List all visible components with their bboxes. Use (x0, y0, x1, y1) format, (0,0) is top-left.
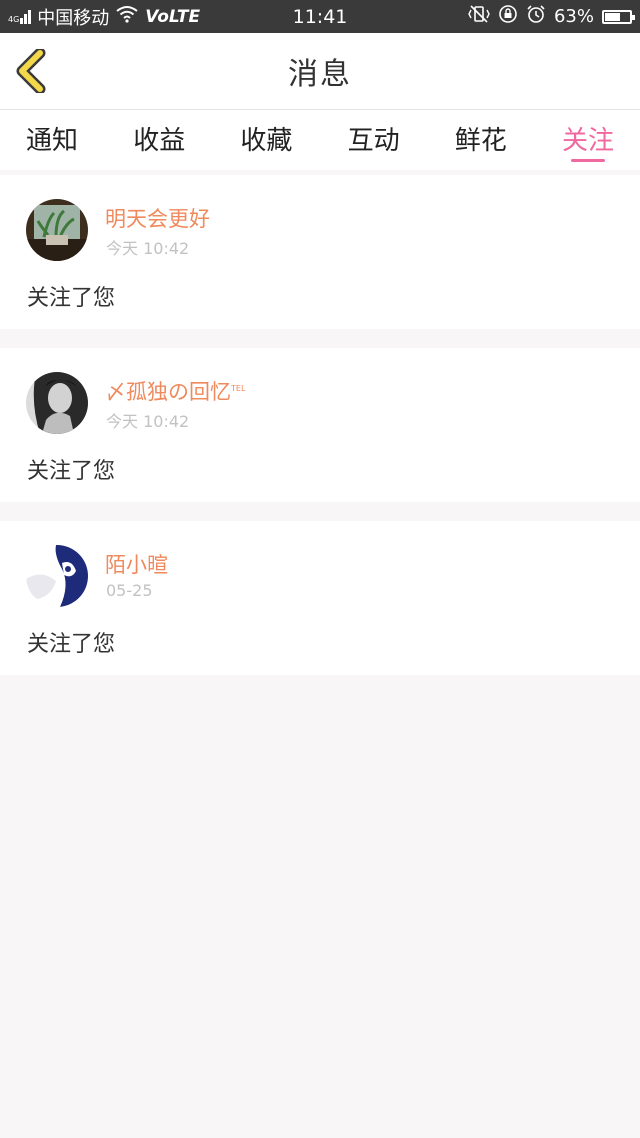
network-type-label: 4G (8, 14, 20, 24)
message-time: 今天 10:42 (106, 239, 190, 258)
status-left: 4G 中国移动 VoLTE (0, 4, 200, 30)
rotation-lock-icon (498, 4, 518, 29)
status-bar: 4G 中国移动 VoLTE 11:41 63% (0, 0, 640, 33)
tab-label: 关注 (561, 126, 614, 156)
back-button[interactable] (14, 47, 54, 95)
avatar[interactable] (26, 545, 88, 607)
tab-favorites[interactable]: 收藏 (240, 110, 292, 170)
avatar[interactable] (26, 199, 88, 261)
avatar[interactable] (26, 372, 88, 434)
tab-follows[interactable]: 关注 (562, 110, 614, 170)
tab-bar: 通知 收益 收藏 互动 鲜花 关注 (0, 110, 640, 170)
alarm-icon (526, 4, 546, 29)
wifi-icon (115, 5, 139, 28)
tab-interactions[interactable]: 互动 (348, 110, 400, 170)
battery-level (605, 12, 620, 21)
list-item[interactable]: 陌小暄 05-25 关注了您 (0, 521, 640, 675)
tab-flowers[interactable]: 鲜花 (455, 110, 507, 170)
user-name[interactable]: 〆孤独の回忆TEL (105, 376, 245, 406)
tab-label: 通知 (26, 126, 79, 156)
message-time: 今天 10:42 (106, 412, 190, 431)
message-list: 明天会更好 今天 10:42 关注了您 〆孤独の回忆TEL 今天 10:42 关… (0, 175, 640, 694)
message-text: 关注了您 (27, 286, 116, 311)
signal-icon: 4G (8, 9, 32, 24)
list-item[interactable]: 明天会更好 今天 10:42 关注了您 (0, 175, 640, 329)
volte-label: VoLTE (145, 6, 201, 27)
vibrate-icon (468, 5, 490, 28)
user-name[interactable]: 陌小暄 (105, 549, 168, 579)
user-name-text: 〆孤独の回忆 (105, 380, 231, 404)
message-text: 关注了您 (27, 632, 116, 657)
tab-label: 收益 (133, 126, 186, 156)
carrier-name: 中国移动 (37, 7, 110, 29)
tab-label: 鲜花 (454, 126, 507, 156)
list-item[interactable]: 〆孤独の回忆TEL 今天 10:42 关注了您 (0, 348, 640, 502)
message-time: 05-25 (106, 581, 153, 600)
message-text: 关注了您 (27, 459, 116, 484)
user-name[interactable]: 明天会更好 (105, 203, 210, 233)
tab-label: 互动 (347, 126, 400, 156)
chevron-left-icon (16, 47, 46, 95)
battery-percent: 63% (553, 6, 594, 27)
battery-icon (602, 9, 635, 24)
app-header: 消息 (0, 33, 640, 110)
user-name-suffix: TEL (231, 384, 246, 393)
status-right: 63% (468, 4, 640, 29)
active-tab-indicator (570, 159, 605, 162)
page-title: 消息 (288, 57, 352, 92)
tab-label: 收藏 (240, 126, 293, 156)
tab-earnings[interactable]: 收益 (133, 110, 185, 170)
tab-notifications[interactable]: 通知 (26, 110, 78, 170)
